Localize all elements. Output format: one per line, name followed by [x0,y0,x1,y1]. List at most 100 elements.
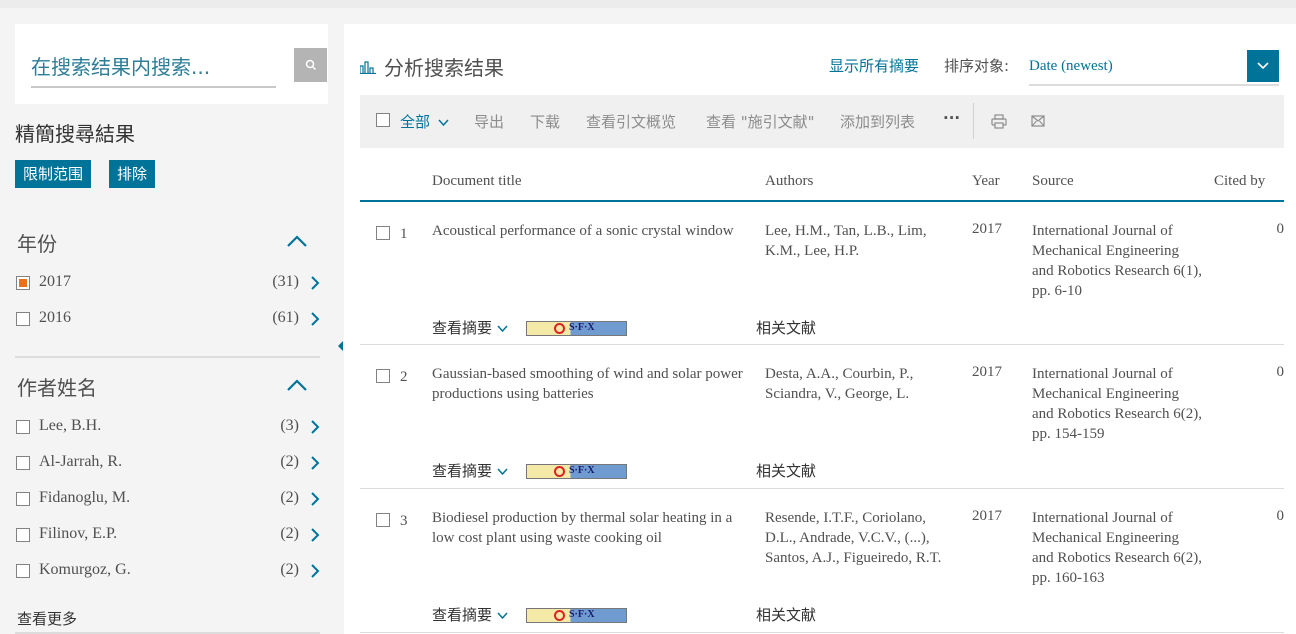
view-abstract-label: 查看摘要 [432,462,493,480]
year: 2017 [972,221,1002,237]
chevron-right-icon[interactable] [310,311,320,327]
view-abstract-toggle[interactable]: 查看摘要 [432,460,508,481]
cited-by-count: 0 [1276,221,1285,237]
more-options-button[interactable]: ··· [943,109,960,127]
facet-checkbox[interactable] [16,492,30,506]
sfx-label: S·F·X [569,465,595,476]
facet-label: Al-Jarrah, R. [39,453,123,470]
chevron-right-icon[interactable] [310,527,320,543]
column-header-source[interactable]: Source [1032,173,1074,190]
table-row: 3 Biodiesel production by thermal solar … [360,491,1284,633]
chevron-right-icon[interactable] [310,455,320,471]
source: International Journal of Mechanical Engi… [1032,510,1202,586]
view-abstract-toggle[interactable]: 查看摘要 [432,604,508,625]
sort-dropdown-button[interactable] [1247,50,1279,82]
email-icon[interactable] [1031,115,1045,127]
sfx-label: S·F·X [569,322,595,333]
row-checkbox[interactable] [376,369,390,383]
view-abstract-toggle[interactable]: 查看摘要 [432,317,508,338]
facet-row-author[interactable]: Lee, B.H. (3) [15,417,325,441]
authors: Desta, A.A., Courbin, P., Sciandra, V., … [765,366,914,402]
analyze-results-link[interactable]: 分析搜索结果 [360,52,504,81]
facet-row-author[interactable]: Fidanoglu, M. (2) [15,489,325,513]
exclude-button[interactable]: 排除 [109,160,156,188]
facet-count: (2) [280,453,299,470]
search-icon [305,59,316,71]
select-all-checkbox[interactable] [376,113,390,127]
sfx-link-button[interactable]: S·F·X [526,608,627,623]
facet-label: Fidanoglu, M. [39,489,131,506]
facet-checkbox[interactable] [16,564,30,578]
print-icon[interactable] [991,114,1007,129]
chevron-right-icon[interactable] [310,419,320,435]
authors: Resende, I.T.F., Coriolano, D.L., Andrad… [765,510,942,566]
facet-row-author[interactable]: Komurgoz, G. (2) [15,561,325,585]
row-number: 3 [400,513,408,529]
export-button[interactable]: 导出 [474,111,504,132]
facet-checkbox[interactable] [16,312,30,326]
search-within-input[interactable] [31,48,276,88]
chevron-down-icon [1257,62,1269,70]
facet-label: 2017 [39,273,71,290]
facet-label: Lee, B.H. [39,417,102,434]
toolbar-separator [973,103,974,139]
chevron-up-icon[interactable] [286,234,308,248]
year: 2017 [972,508,1002,524]
related-documents-link[interactable]: 相关文献 [756,604,816,625]
facet-count: (2) [280,525,299,542]
view-abstract-label: 查看摘要 [432,606,493,624]
chevron-down-icon [497,612,508,620]
facet-count: (61) [272,309,299,326]
select-all-label: 全部 [400,113,431,131]
analyze-results-label: 分析搜索结果 [384,56,504,80]
chevron-down-icon [497,468,508,476]
row-checkbox[interactable] [376,226,390,240]
column-header-year[interactable]: Year [972,173,1000,190]
results-toolbar: 全部 导出 下载 查看引文概览 查看 "施引文献" 添加到列表 ··· [360,95,1284,148]
view-abstract-label: 查看摘要 [432,319,493,337]
chevron-down-icon [497,325,508,333]
facet-row-author[interactable]: Filinov, E.P. (2) [15,525,325,549]
facet-row-year-2016[interactable]: 2016 (61) [15,309,325,333]
document-title-link[interactable]: Gaussian-based smoothing of wind and sol… [432,364,752,404]
chevron-up-icon[interactable] [286,378,308,392]
document-title-link[interactable]: Acoustical performance of a sonic crysta… [432,221,752,241]
facet-label: Komurgoz, G. [39,561,131,578]
add-to-list-button[interactable]: 添加到列表 [840,111,915,132]
facet-checkbox[interactable] [16,456,30,470]
refine-results-title: 精簡搜尋結果 [15,122,135,146]
column-header-authors[interactable]: Authors [765,173,813,190]
row-number: 1 [400,226,408,242]
see-more-link[interactable]: 查看更多 [17,608,77,629]
citation-overview-button[interactable]: 查看引文概览 [586,111,676,132]
related-documents-link[interactable]: 相关文献 [756,317,816,338]
chevron-right-icon[interactable] [310,563,320,579]
view-cited-by-button[interactable]: 查看 "施引文献" [706,111,815,132]
document-title-link[interactable]: Biodiesel production by thermal solar he… [432,508,752,548]
limit-to-button[interactable]: 限制范围 [15,160,92,188]
facet-checkbox[interactable] [16,420,30,434]
download-button[interactable]: 下载 [530,111,560,132]
chevron-right-icon[interactable] [310,491,320,507]
facet-row-author[interactable]: Al-Jarrah, R. (2) [15,453,325,477]
column-header-cited-by[interactable]: Cited by [1214,173,1265,190]
search-button[interactable] [294,48,327,82]
facet-divider [15,356,320,358]
facet-checkbox[interactable] [16,276,30,290]
source: International Journal of Mechanical Engi… [1032,223,1202,299]
sort-by-value: Date (newest) [1029,58,1113,74]
table-row: 2 Gaussian-based smoothing of wind and s… [360,347,1284,489]
chevron-right-icon[interactable] [310,275,320,291]
results-table-header: Document title Authors Year Source Cited… [360,164,1284,202]
column-header-title[interactable]: Document title [432,173,522,190]
sort-by-select[interactable]: Date (newest) [1029,50,1279,86]
sfx-link-button[interactable]: S·F·X [526,321,627,336]
row-checkbox[interactable] [376,513,390,527]
select-all-dropdown[interactable]: 全部 [400,111,449,132]
sfx-link-button[interactable]: S·F·X [526,464,627,479]
facet-checkbox[interactable] [16,528,30,542]
facet-row-year-2017[interactable]: 2017 (31) [15,273,325,297]
results-panel: 分析搜索结果 显示所有摘要 排序对象: Date (newest) 全部 导出 … [344,24,1296,634]
show-all-abstracts-link[interactable]: 显示所有摘要 [829,55,919,76]
related-documents-link[interactable]: 相关文献 [756,460,816,481]
